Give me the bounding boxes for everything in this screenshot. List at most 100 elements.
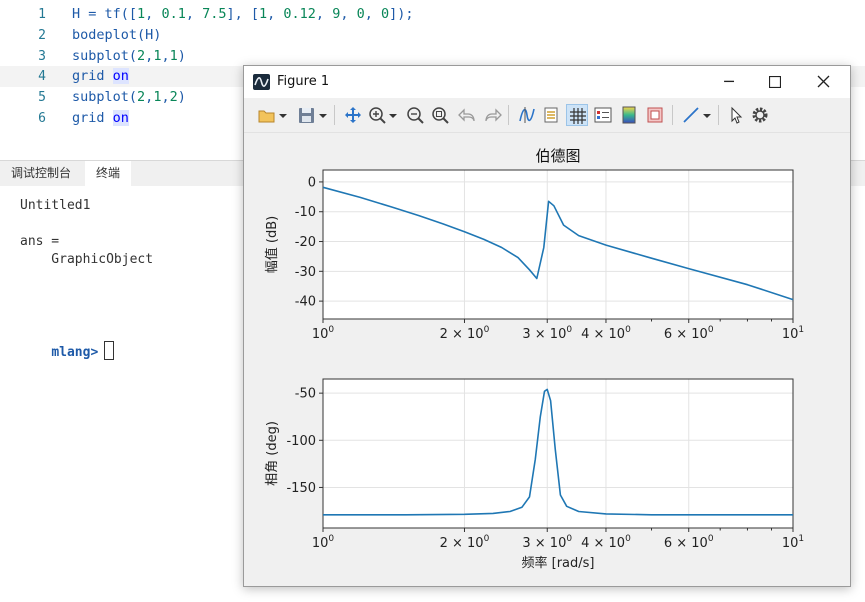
code-token: , xyxy=(267,6,284,22)
code-token: 1 xyxy=(137,6,146,22)
open-icon[interactable] xyxy=(256,104,278,126)
x-tick-label: 2 × 100 xyxy=(440,534,490,551)
y-axis-label: 相角 (deg) xyxy=(265,421,280,486)
console-line: ans = xyxy=(20,234,60,249)
x-tick-base: 3 × 10 xyxy=(522,536,566,551)
code-line[interactable]: 1H = tf([1, 0.1, 7.5], [1, 0.12, 9, 0, 0… xyxy=(0,4,865,25)
minimize-button[interactable]: ─ xyxy=(706,66,752,98)
x-tick-exponent: 0 xyxy=(566,325,572,335)
line-number: 5 xyxy=(38,90,46,106)
code-text: subplot(2,1,2) xyxy=(72,87,186,108)
rotate-icon[interactable] xyxy=(540,104,562,126)
code-token: 0 xyxy=(381,6,390,22)
x-tick-base: 2 × 10 xyxy=(440,327,484,342)
line-number: 6 xyxy=(38,111,46,126)
console-line: GraphicObject xyxy=(20,252,154,267)
line-number: 4 xyxy=(38,69,46,85)
zoom-out-icon[interactable] xyxy=(404,104,426,126)
code-token: 2 xyxy=(169,89,178,106)
legend-icon[interactable] xyxy=(592,104,614,126)
redo-icon[interactable] xyxy=(482,104,504,126)
code-token: 0 xyxy=(356,6,365,22)
close-icon xyxy=(817,75,829,88)
x-tick-base: 4 × 10 xyxy=(581,536,625,551)
line-tool-icon[interactable] xyxy=(680,104,702,126)
line-number: 1 xyxy=(38,7,46,22)
x-tick-base: 6 × 10 xyxy=(664,536,708,551)
x-tick-label: 3 × 100 xyxy=(522,534,572,551)
code-token: , xyxy=(161,47,170,64)
code-text: grid on xyxy=(72,108,129,129)
maximize-icon xyxy=(768,75,782,89)
code-token: , xyxy=(340,6,357,22)
line-number: 2 xyxy=(38,27,46,43)
x-tick-exponent: 0 xyxy=(708,534,714,544)
x-tick-base: 6 × 10 xyxy=(664,327,708,342)
x-tick-base: 10 xyxy=(782,327,799,342)
colorbar-icon[interactable] xyxy=(618,104,640,126)
code-token: bodeplot(H) xyxy=(72,26,162,43)
bode-plot-figure[interactable]: 0-10-20-30-40100 2 × 100 3 × 100 4 × 100 6 ×… xyxy=(244,133,850,585)
x-tick-base: 10 xyxy=(312,327,329,342)
code-text: grid on xyxy=(72,66,129,87)
app-logo-icon xyxy=(253,74,270,90)
x-tick-label: 101 xyxy=(782,325,804,342)
maximize-button[interactable] xyxy=(752,66,798,98)
y-tick-label: -40 xyxy=(295,295,316,310)
figure-toolbar xyxy=(244,98,850,133)
code-token: , xyxy=(161,89,170,106)
tab-debug-console[interactable]: 调试控制台 xyxy=(0,161,82,186)
code-token: 0.12 xyxy=(283,6,316,22)
axes-box-icon[interactable] xyxy=(644,104,666,126)
text-cursor xyxy=(104,341,115,360)
x-tick-exponent: 0 xyxy=(328,534,334,544)
code-token: ]); xyxy=(389,6,414,22)
y-tick-label: -150 xyxy=(286,481,316,496)
code-token: , xyxy=(364,6,381,22)
x-tick-exponent: 0 xyxy=(484,534,490,544)
x-tick-exponent: 0 xyxy=(484,325,490,335)
y-tick-label: -100 xyxy=(286,434,316,449)
figure-window[interactable]: Figure 1 ─ 0 -10 -20 -30 -40 100 2 × 100… xyxy=(243,65,851,587)
code-line[interactable]: 3 subplot(2,1,1) xyxy=(0,46,865,67)
y-tick-label: -10 xyxy=(295,205,316,220)
save-icon[interactable] xyxy=(296,104,318,126)
dropdown-arrow-icon[interactable] xyxy=(702,104,712,126)
x-tick-label: 2 × 100 xyxy=(440,325,490,342)
pan-icon[interactable] xyxy=(342,104,364,126)
code-token: 1 xyxy=(169,47,178,64)
select-pointer-icon[interactable] xyxy=(725,104,747,126)
x-tick-exponent: 1 xyxy=(798,534,804,544)
settings-gear-icon[interactable] xyxy=(749,104,771,126)
code-token: ], [ xyxy=(226,6,259,22)
zoom-fit-icon[interactable] xyxy=(429,104,451,126)
y-axis-label: 幅值 (dB) xyxy=(264,216,280,273)
undo-icon[interactable] xyxy=(456,104,478,126)
dropdown-arrow-icon[interactable] xyxy=(388,104,398,126)
x-tick-label: 100 xyxy=(312,534,335,551)
figure-titlebar[interactable]: Figure 1 ─ xyxy=(244,66,850,98)
code-line[interactable]: 2 bodeplot(H) xyxy=(0,25,865,46)
x-tick-label: 101 xyxy=(782,534,804,551)
code-token: grid xyxy=(72,68,113,85)
x-tick-exponent: 0 xyxy=(625,534,631,544)
dropdown-arrow-icon[interactable] xyxy=(278,104,288,126)
x-tick-base: 10 xyxy=(782,536,799,551)
y-tick-label: 0 xyxy=(308,175,316,190)
y-tick-label: -50 xyxy=(295,387,316,402)
dropdown-arrow-icon[interactable] xyxy=(318,104,328,126)
code-token: grid xyxy=(72,110,113,126)
console-line: Untitled1 xyxy=(20,198,91,213)
code-token: subplot( xyxy=(72,89,138,106)
code-token: , xyxy=(185,6,203,22)
tab-terminal[interactable]: 终端 xyxy=(85,161,132,186)
zoom-in-icon[interactable] xyxy=(366,104,388,126)
code-token: H = tf([ xyxy=(72,6,138,22)
grid-icon[interactable] xyxy=(566,104,588,126)
code-token: 2 xyxy=(137,47,146,64)
data-cursor-icon[interactable] xyxy=(516,104,538,126)
console-prompt-line[interactable]: mlang> xyxy=(20,326,115,375)
x-tick-exponent: 0 xyxy=(708,325,714,335)
close-button[interactable] xyxy=(800,66,846,98)
code-token: 0.1 xyxy=(161,6,186,22)
